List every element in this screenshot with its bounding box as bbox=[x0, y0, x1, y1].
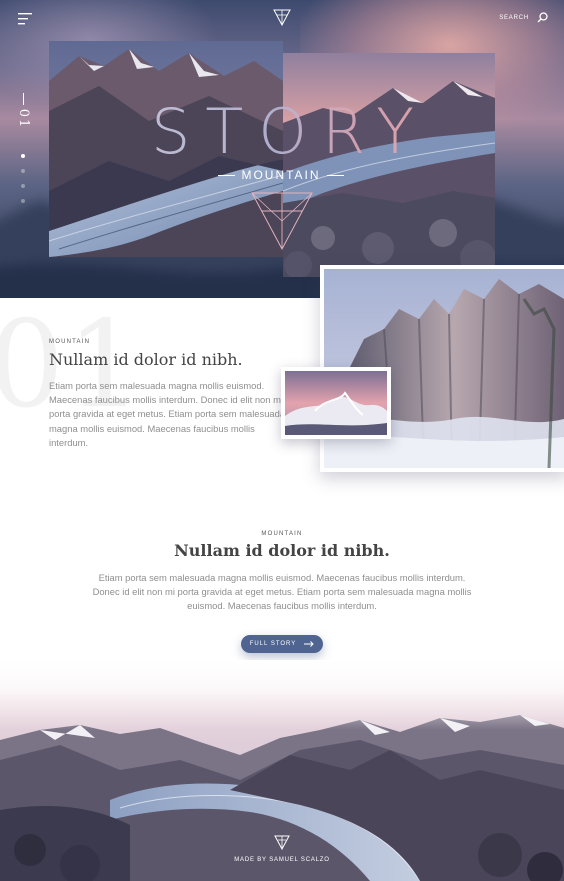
section1-paragraph: Etiam porta sem malesuada magna mollis e… bbox=[49, 380, 286, 448]
triangle-logo-icon[interactable] bbox=[273, 9, 291, 26]
search-control[interactable]: SEARCH bbox=[499, 12, 548, 23]
search-label[interactable]: SEARCH bbox=[499, 15, 529, 21]
slide-dot-4[interactable] bbox=[21, 199, 25, 203]
slide-dot-1[interactable] bbox=[21, 154, 25, 158]
slide-dot-3[interactable] bbox=[21, 184, 25, 188]
hamburger-menu-icon[interactable] bbox=[18, 13, 32, 25]
arrow-right-icon[interactable] bbox=[304, 641, 314, 647]
wave-photo bbox=[285, 371, 387, 435]
section1-eyebrow: MOUNTAIN bbox=[49, 339, 91, 345]
slide-dot-2[interactable] bbox=[21, 169, 25, 173]
footer-triangle-logo-icon[interactable] bbox=[274, 835, 290, 850]
section2-heading: Nullam id dolor id nibh. bbox=[174, 541, 390, 560]
hero-title: STORY bbox=[150, 95, 429, 168]
hero-subtitle-row: MOUNTAIN bbox=[218, 168, 345, 182]
section2-eyebrow: MOUNTAIN bbox=[261, 531, 303, 537]
triangle-emblem-icon bbox=[251, 192, 313, 251]
slide-indicator-line bbox=[23, 93, 24, 105]
wave-photo-frame bbox=[281, 367, 391, 439]
slide-dots bbox=[21, 154, 25, 203]
section2-paragraph: Etiam porta sem malesuada magna mollis e… bbox=[92, 572, 472, 612]
footer-credit: MADE BY SAMUEL SCALZO bbox=[234, 857, 330, 863]
full-story-button[interactable]: FULL STORY bbox=[241, 635, 323, 653]
footer-fade bbox=[0, 660, 564, 730]
search-icon[interactable] bbox=[537, 12, 548, 23]
hero-subtitle: MOUNTAIN bbox=[241, 168, 321, 182]
slide-number: 01 bbox=[16, 108, 31, 130]
subtitle-divider-left bbox=[218, 174, 236, 176]
full-story-button-label[interactable]: FULL STORY bbox=[250, 641, 297, 647]
section1-heading: Nullam id dolor id nibh. bbox=[49, 350, 243, 369]
hero-section: SEARCH 01 STORY MOUNTAIN bbox=[0, 0, 564, 298]
subtitle-divider-right bbox=[326, 174, 345, 176]
